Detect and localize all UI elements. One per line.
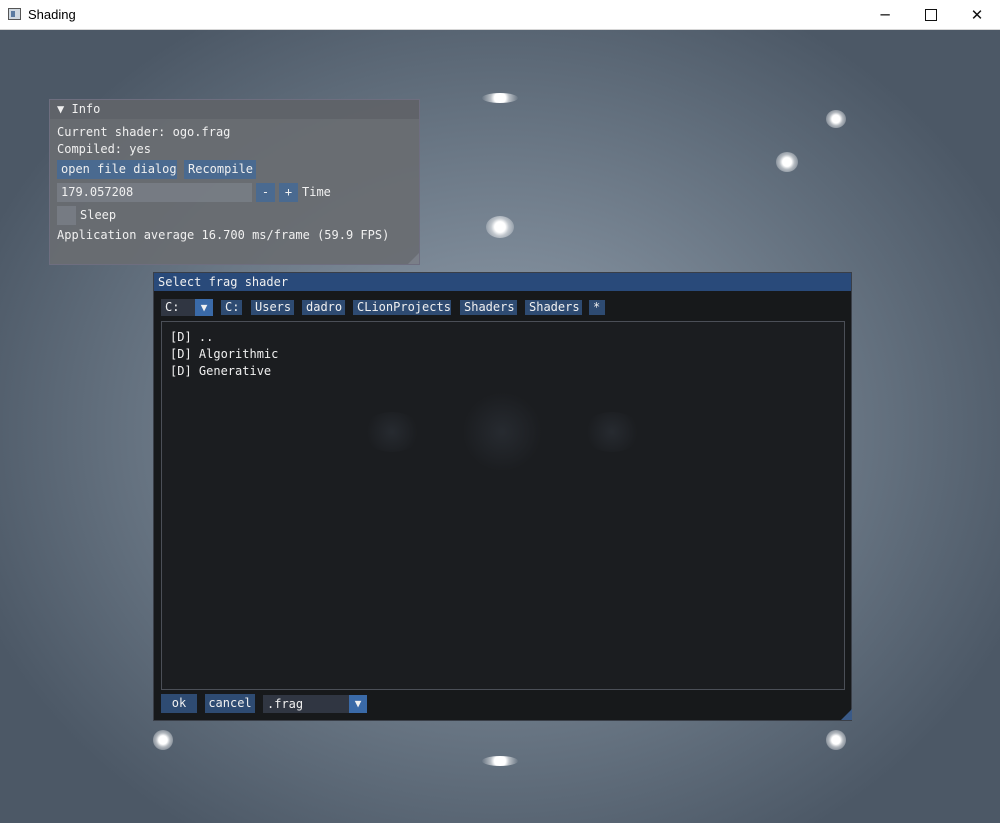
path-segment-button[interactable]: C: [221,300,242,315]
chevron-down-icon: ▼ [349,695,367,713]
file-dialog-titlebar[interactable]: Select frag shader [154,273,851,291]
file-list[interactable]: [D] .. [D] Algorithmic [D] Generative [161,321,845,690]
window-titlebar[interactable]: Shading ─ ✕ [0,0,1000,30]
path-segment-button[interactable]: dadro [302,300,345,315]
close-button[interactable]: ✕ [954,0,1000,30]
info-panel-header[interactable]: ▼ Info [50,100,419,119]
path-segment-button[interactable]: Users [251,300,294,315]
cancel-button[interactable]: cancel [205,694,255,713]
light-glow [826,110,846,128]
path-segment-button[interactable]: Shaders [460,300,517,315]
drive-select[interactable]: C: ▼ [161,299,213,316]
minimize-button[interactable]: ─ [862,0,908,30]
maximize-icon [925,9,937,21]
info-panel-title: Info [71,102,101,116]
time-input[interactable]: 179.057208 [57,183,252,202]
current-shader-text: Current shader: ogo.frag [57,125,231,139]
file-dialog-title: Select frag shader [158,275,289,289]
sleep-label: Sleep [80,208,117,222]
path-segment-button[interactable]: CLionProjects [353,300,451,315]
recompile-button[interactable]: Recompile [184,160,256,179]
light-glow [153,730,173,750]
ok-button[interactable]: ok [161,694,197,713]
list-item[interactable]: [D] .. [170,330,213,344]
app-window: Shading ─ ✕ ▼ Info Current shader: ogo.f… [0,0,1000,823]
dialog-resize-grip[interactable] [841,709,852,720]
light-glow [482,93,518,103]
chevron-down-icon: ▼ [195,299,213,316]
filter-select-value: .frag [267,697,304,711]
minimize-icon: ─ [880,6,890,24]
list-item[interactable]: [D] Generative [170,364,271,378]
sleep-checkbox[interactable] [57,206,76,225]
collapse-arrow-icon[interactable]: ▼ [57,102,64,116]
window-title: Shading [28,7,76,22]
fps-text: Application average 16.700 ms/frame (59.… [57,228,390,242]
list-item[interactable]: [D] Algorithmic [170,347,278,361]
time-decrement-button[interactable]: - [256,183,275,202]
close-icon: ✕ [970,6,984,24]
light-glow [482,756,518,766]
filter-select[interactable]: .frag ▼ [263,695,367,713]
time-label: Time [302,185,331,199]
light-glow [826,730,846,750]
light-glow [486,216,514,238]
info-resize-grip[interactable] [408,253,419,264]
path-segment-button[interactable]: * [589,300,605,315]
compiled-status-text: Compiled: yes [57,142,151,156]
open-file-dialog-button[interactable]: open file dialog [57,160,177,179]
path-segment-button[interactable]: Shaders [525,300,582,315]
time-increment-button[interactable]: + [279,183,298,202]
drive-select-value: C: [165,300,180,314]
light-glow [776,152,798,172]
maximize-button[interactable] [908,0,954,30]
app-icon [8,8,21,20]
